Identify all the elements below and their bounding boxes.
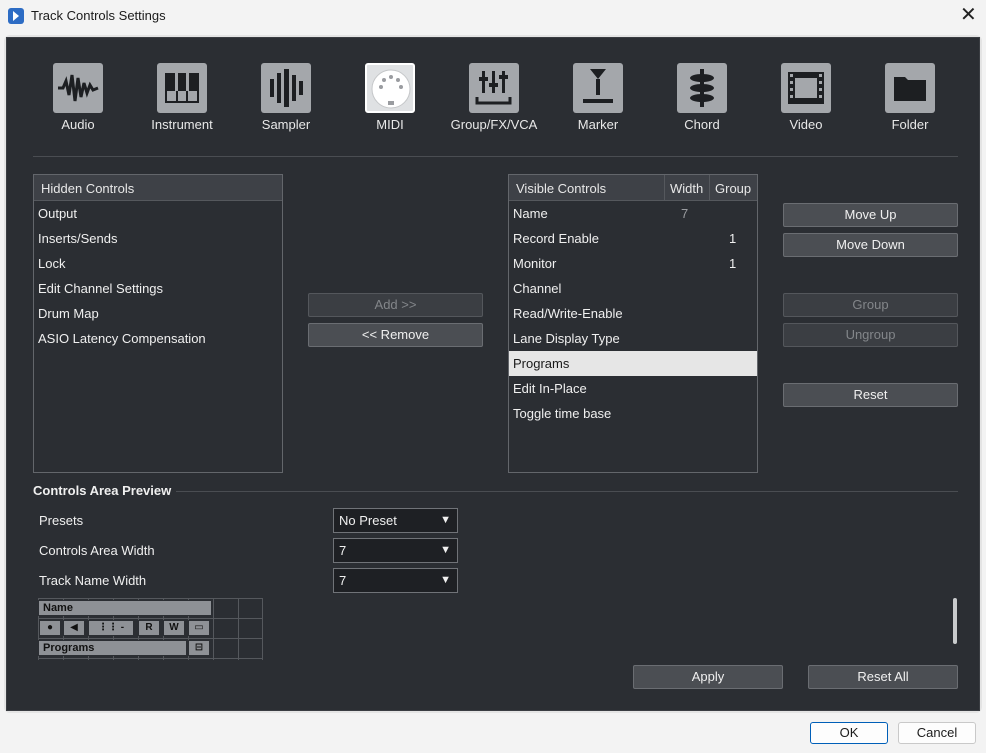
cancel-button[interactable]: Cancel — [898, 722, 976, 744]
presets-label: Presets — [39, 513, 84, 528]
controls-preview: Name ● ◀ ⋮⋮ - R W ▭ Programs ⊟ — [38, 598, 263, 660]
hidden-controls-header: Hidden Controls — [34, 175, 282, 201]
chevron-down-icon: ▼ — [440, 574, 451, 586]
app-icon — [8, 8, 24, 24]
controls-area-width-select[interactable]: 7 ▼ — [333, 538, 458, 563]
piano-keys-icon — [165, 73, 199, 103]
category-label: Sampler — [261, 117, 311, 132]
list-item[interactable]: Drum Map — [34, 301, 282, 326]
category-label: Group/FX/VCA — [450, 117, 538, 132]
move-up-button[interactable]: Move Up — [783, 203, 958, 227]
divider — [176, 491, 958, 492]
list-item[interactable]: Edit Channel Settings — [34, 276, 282, 301]
column-header-width[interactable]: Width — [670, 181, 703, 196]
chevron-down-icon: ▼ — [440, 544, 451, 556]
monitor-speaker-icon: ◀ — [63, 620, 85, 636]
table-row[interactable]: Lane Display Type — [509, 326, 757, 351]
sampler-icon — [270, 69, 303, 107]
title-bar: Track Controls Settings ✕ — [0, 0, 986, 32]
category-marker[interactable]: Marker — [546, 63, 650, 132]
category-label: Video — [789, 117, 823, 132]
section-title: Controls Area Preview — [33, 483, 172, 498]
presets-select[interactable]: No Preset ▼ — [333, 508, 458, 533]
divider — [33, 156, 958, 157]
list-item[interactable]: ASIO Latency Compensation — [34, 326, 282, 351]
chord-icon — [690, 69, 714, 107]
visible-controls-list[interactable]: Visible Controls Width Group Name 7 Recor… — [508, 174, 758, 473]
column-header-name[interactable]: Visible Controls — [516, 181, 606, 196]
reset-button[interactable]: Reset — [783, 383, 958, 407]
category-label: Marker — [577, 117, 619, 132]
midi-connector-icon — [371, 69, 411, 109]
category-group-fx-vca[interactable]: Group/FX/VCA — [442, 63, 546, 132]
add-button[interactable]: Add >> — [308, 293, 483, 317]
category-label: MIDI — [376, 117, 404, 132]
window-title: Track Controls Settings — [31, 8, 166, 23]
category-label: Folder — [891, 117, 929, 132]
list-item[interactable]: Inserts/Sends — [34, 226, 282, 251]
film-icon — [788, 72, 824, 104]
apply-button[interactable]: Apply — [633, 665, 783, 689]
track-name-width-label: Track Name Width — [39, 573, 147, 588]
chevron-down-icon: ▼ — [440, 514, 451, 526]
track-name-width-select[interactable]: 7 ▼ — [333, 568, 458, 593]
table-row[interactable]: Read/Write-Enable — [509, 301, 757, 326]
category-instrument[interactable]: Instrument — [130, 63, 234, 132]
controls-area-width-label: Controls Area Width — [39, 543, 155, 558]
reset-all-button[interactable]: Reset All — [808, 665, 958, 689]
remove-button[interactable]: << Remove — [308, 323, 483, 347]
ungroup-button[interactable]: Ungroup — [783, 323, 958, 347]
write-button-icon: W — [163, 620, 185, 636]
close-icon[interactable]: ✕ — [960, 4, 977, 26]
faders-icon — [475, 71, 512, 105]
category-folder[interactable]: Folder — [858, 63, 962, 132]
category-chord[interactable]: Chord — [650, 63, 754, 132]
channel-icon: ⋮⋮ - — [88, 620, 134, 636]
hidden-controls-list[interactable]: Hidden Controls Output Inserts/Sends Loc… — [33, 174, 283, 473]
edit-in-place-icon: ⊟ — [188, 640, 210, 656]
read-button-icon: R — [138, 620, 160, 636]
table-row[interactable]: Toggle time base — [509, 401, 757, 426]
category-video[interactable]: Video — [754, 63, 858, 132]
table-row[interactable]: Name 7 — [509, 201, 757, 226]
category-label: Instrument — [151, 117, 213, 132]
folder-icon — [894, 77, 926, 101]
move-down-button[interactable]: Move Down — [783, 233, 958, 257]
column-header-group[interactable]: Group — [715, 181, 751, 196]
preview-programs-bar: Programs — [38, 640, 187, 656]
category-sampler[interactable]: Sampler — [234, 63, 338, 132]
ok-button[interactable]: OK — [810, 722, 888, 744]
category-label: Chord — [684, 117, 720, 132]
list-item[interactable]: Output — [34, 201, 282, 226]
table-row[interactable]: Monitor 1 — [509, 251, 757, 276]
marker-icon — [583, 69, 613, 103]
visible-controls-header: Visible Controls Width Group — [509, 175, 757, 201]
lane-display-icon: ▭ — [188, 620, 210, 636]
category-label: Audio — [61, 117, 95, 132]
table-row-selected[interactable]: Programs — [509, 351, 757, 376]
group-button[interactable]: Group — [783, 293, 958, 317]
table-row[interactable]: Record Enable 1 — [509, 226, 757, 251]
record-dot-icon: ● — [39, 620, 61, 636]
preview-name-bar: Name — [38, 600, 212, 616]
preview-scrollbar[interactable] — [953, 598, 957, 644]
list-item[interactable]: Lock — [34, 251, 282, 276]
category-audio[interactable]: Audio — [26, 63, 130, 132]
table-row[interactable]: Edit In-Place — [509, 376, 757, 401]
table-row[interactable]: Channel — [509, 276, 757, 301]
waveform-icon — [58, 74, 99, 102]
category-midi[interactable]: MIDI — [338, 63, 442, 132]
